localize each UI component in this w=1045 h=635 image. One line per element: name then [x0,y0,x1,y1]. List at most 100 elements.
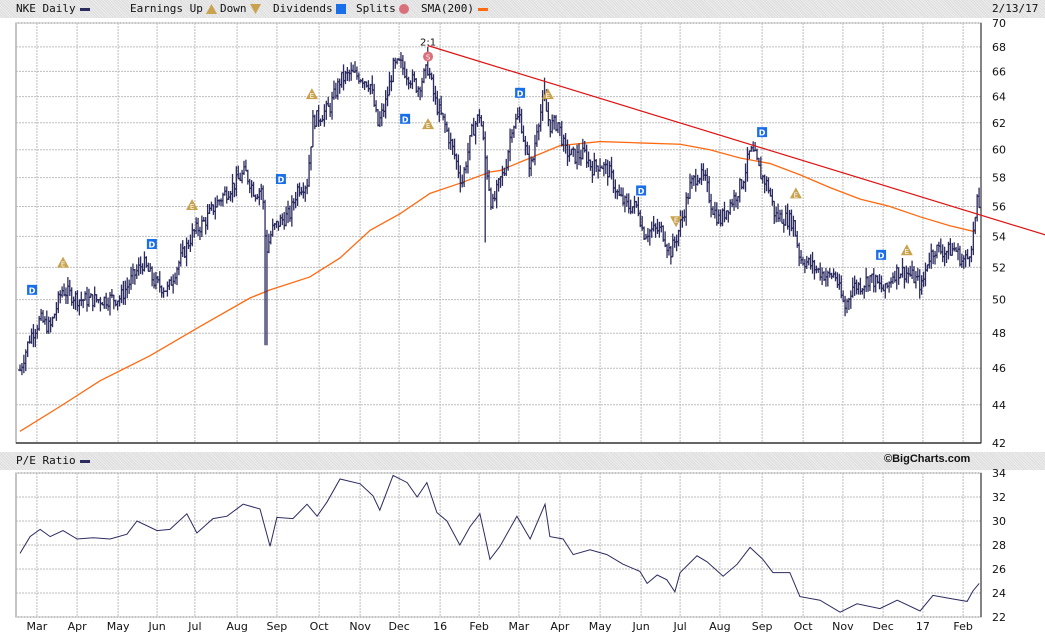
price-bar [152,272,157,289]
price-bar [398,52,403,69]
legend-splits: Splits [356,2,409,15]
price-bar [733,192,738,208]
price-bar [375,109,380,127]
price-bar [492,190,497,202]
price-bar [513,113,518,129]
price-bar [682,209,687,222]
price-bar [94,294,99,303]
price-bar [766,177,771,194]
month-axis-label: Sep [752,620,773,633]
price-bar [215,195,220,208]
price-bar [532,134,537,166]
price-bar [693,168,698,192]
price-bar [331,80,336,100]
stock-chart: 42 44 46 48 50 52 54 56 58 60 62 64 66 68 70 22 24 26 28 30… [15,17,1045,633]
price-bar [467,134,472,161]
price-axis-label: 70 [992,17,1006,30]
month-axis-label: Sep [267,620,288,633]
price-bar [779,209,784,224]
price-bar [722,201,727,223]
dividend-marker: D [400,113,411,124]
price-bar [781,218,786,233]
price-bar [875,275,880,284]
price-bar [954,246,959,252]
price-bar [35,324,40,339]
price-bar [291,198,296,211]
price-bar [21,354,26,374]
price-bar [542,77,547,102]
earnings-glyph: E [905,248,909,256]
price-bar [199,215,204,238]
price-bar [795,230,800,248]
price-bar [808,254,813,270]
price-bar [85,286,90,312]
price-bar [619,187,624,197]
price-bar [446,127,451,150]
price-bar [791,215,796,237]
price-bar [959,253,964,268]
price-bar [65,277,70,305]
price-bar [601,161,606,177]
dividend-marker: D [757,127,768,138]
price-bar [900,257,905,278]
price-bar [107,291,112,316]
price-swatch-icon [79,7,90,11]
dividend-glyph: D [149,241,156,250]
price-bar [550,114,555,134]
price-bar [134,264,139,279]
price-bar [906,267,911,284]
price-bar [921,271,926,288]
price-bar [965,249,970,260]
price-bar [184,237,189,267]
month-axis-label: Mar [27,620,48,633]
price-bar [142,251,147,272]
price-bar [247,178,252,194]
price-bar [479,114,484,127]
price-bar [351,64,356,73]
price-bar [785,203,790,230]
price-bar [735,196,740,210]
price-bar [253,194,258,202]
price-bar [444,121,449,132]
price-bar [944,250,949,263]
price-bar [69,287,74,306]
price-bar [418,86,423,101]
pe-legend: P/E Ratio [16,454,90,467]
price-bar [605,159,610,186]
pe-axis-label: 22 [992,611,1006,624]
price-bar [174,266,179,286]
sma200-line [19,140,976,432]
price-bar [540,90,545,121]
price-bar [894,264,899,290]
price-bar [621,187,626,206]
price-bar [762,174,767,194]
price-bar [975,194,980,222]
price-bar [632,195,637,214]
price-bar [86,288,91,308]
price-bar [971,221,976,256]
down-label: Down [220,2,247,15]
price-bar [303,185,308,202]
price-bar [408,80,413,89]
price-bar [188,234,193,252]
price-bar [686,193,691,205]
price-bar [613,179,618,199]
price-bar [90,294,95,312]
price-bar [881,284,886,292]
price-bar [33,328,38,348]
price-bar [362,81,367,91]
price-bar [651,215,656,232]
price-bar [827,268,832,278]
price-bar [73,291,78,310]
price-bar [575,144,580,170]
price-bar [933,250,938,265]
price-bar [119,284,124,304]
dividend-icon [636,185,647,196]
price-bar [88,293,93,298]
price-bar [312,114,317,130]
price-bar [81,298,86,309]
price-bar [665,243,670,259]
pe-header-bar: P/E Ratio ©BigCharts.com [0,452,1045,470]
price-bar [427,67,432,79]
price-bar [580,138,585,160]
